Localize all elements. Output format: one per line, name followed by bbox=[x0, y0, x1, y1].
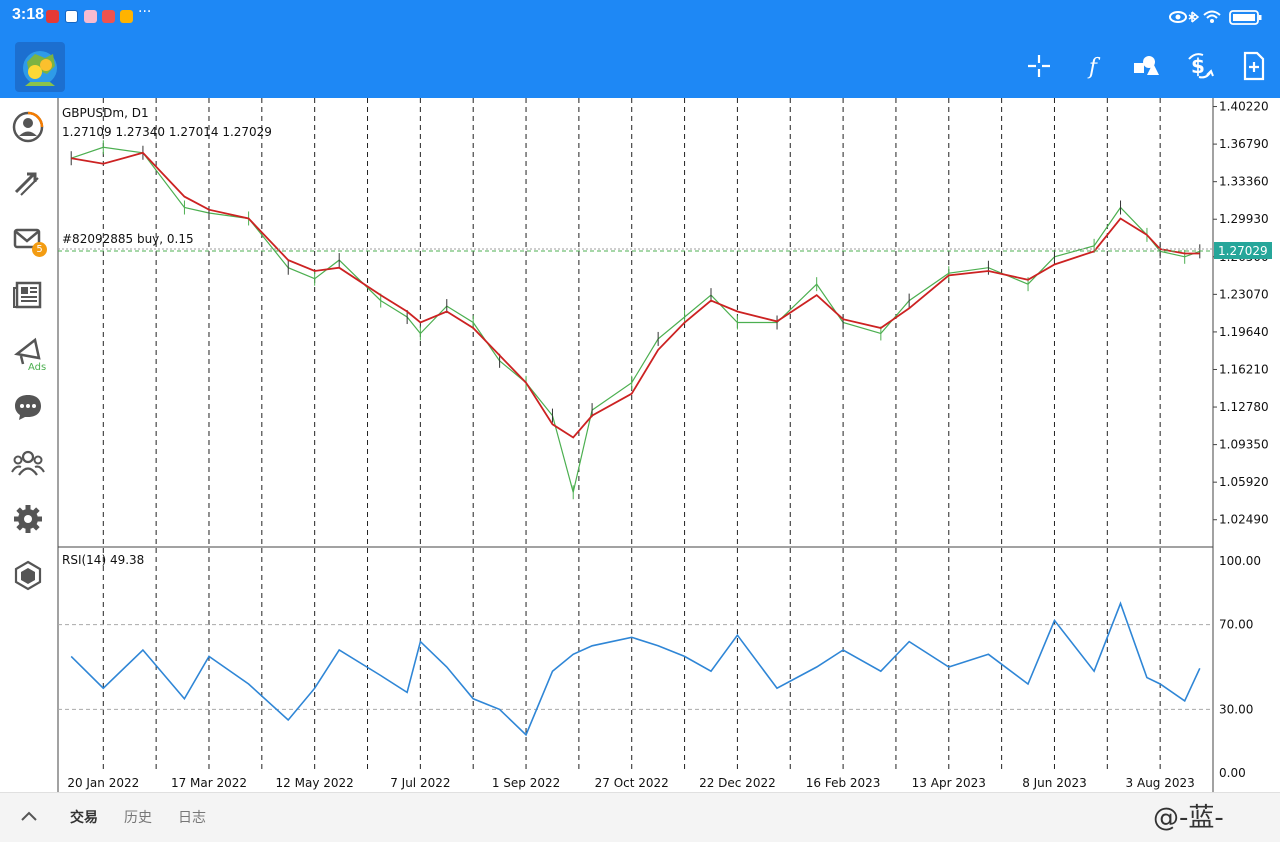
shapes-icon[interactable] bbox=[1129, 49, 1163, 83]
price-tick-label: 1.05920 bbox=[1219, 475, 1269, 489]
bluetooth-icon bbox=[1188, 11, 1200, 23]
notification-icon bbox=[84, 10, 97, 23]
date-tick-label: 7 Jul 2022 bbox=[390, 776, 450, 790]
rsi-tick-label: 30.00 bbox=[1219, 702, 1253, 716]
system-status-icons bbox=[1169, 10, 1262, 25]
notification-icon bbox=[65, 10, 78, 23]
new-document-icon[interactable] bbox=[1236, 49, 1270, 83]
rsi-tick-label: 70.00 bbox=[1219, 618, 1253, 632]
rsi-axis-ticks: 100.00 70.00 30.00 0.00 bbox=[1219, 554, 1261, 780]
date-axis-ticks: 20 Jan 2022 17 Mar 2022 12 May 2022 7 Jul 2… bbox=[67, 776, 1194, 790]
date-tick-label: 3 Aug 2023 bbox=[1126, 776, 1195, 790]
battery-icon bbox=[1229, 10, 1262, 25]
notification-icon bbox=[46, 10, 59, 23]
watermark-text: @-蓝- bbox=[1153, 803, 1224, 833]
current-price-label: 1.27029 bbox=[1218, 244, 1268, 258]
tab-history[interactable]: 历史 bbox=[124, 807, 152, 827]
date-tick-label: 17 Mar 2022 bbox=[171, 776, 247, 790]
price-tick-label: 1.29930 bbox=[1219, 212, 1269, 226]
status-time: 3:18 bbox=[12, 6, 45, 23]
ohlc-label: 1.27109 1.27340 1.27014 1.27029 bbox=[62, 125, 272, 139]
notification-icon bbox=[102, 10, 115, 23]
price-tick-label: 1.33360 bbox=[1219, 175, 1269, 189]
date-tick-label: 22 Dec 2022 bbox=[699, 776, 776, 790]
status-bar: 3:18 ··· bbox=[0, 0, 1280, 32]
rsi-label: RSI(14) 49.38 bbox=[62, 553, 144, 567]
notification-icon bbox=[120, 10, 133, 23]
date-tick-label: 27 Oct 2022 bbox=[595, 776, 669, 790]
eye-icon bbox=[1169, 11, 1187, 23]
price-chart[interactable]: #82092885 buy, 0.15 1.40220 1.36790 1.3336… bbox=[0, 98, 1280, 792]
price-tick-label: 1.02490 bbox=[1219, 513, 1269, 527]
date-tick-label: 12 May 2022 bbox=[276, 776, 354, 790]
symbol-label: GBPUSDm, D1 bbox=[62, 106, 149, 120]
price-tick-label: 1.16210 bbox=[1219, 362, 1269, 376]
wifi-icon bbox=[1203, 10, 1221, 23]
price-tick-label: 1.36790 bbox=[1219, 137, 1269, 151]
tab-trade[interactable]: 交易 bbox=[70, 807, 98, 827]
date-tick-label: 13 Apr 2023 bbox=[912, 776, 986, 790]
order-label[interactable]: #82092885 buy, 0.15 bbox=[62, 232, 194, 246]
svg-text:$: $ bbox=[1191, 54, 1205, 78]
price-tick-label: 1.09350 bbox=[1219, 438, 1269, 452]
dollar-sync-icon[interactable]: $ bbox=[1183, 49, 1217, 83]
chart-background bbox=[58, 98, 1213, 792]
bottom-bar: 交易 历史 日志 @-蓝- bbox=[0, 792, 1280, 842]
price-axis-ticks: 1.402201.367901.333601.299301.265001.230… bbox=[1213, 100, 1269, 527]
rsi-tick-label: 0.00 bbox=[1219, 766, 1246, 780]
price-tick-label: 1.12780 bbox=[1219, 400, 1269, 414]
metatrader-logo[interactable] bbox=[15, 42, 65, 92]
chevron-up-icon[interactable] bbox=[20, 809, 38, 823]
app-bar: f $ bbox=[0, 32, 1280, 98]
rsi-tick-label: 100.00 bbox=[1219, 554, 1261, 568]
more-notifications-icon: ··· bbox=[138, 4, 152, 20]
function-icon[interactable]: f bbox=[1076, 49, 1110, 83]
date-tick-label: 16 Feb 2023 bbox=[806, 776, 881, 790]
date-tick-label: 20 Jan 2022 bbox=[67, 776, 139, 790]
svg-text:f: f bbox=[1087, 55, 1101, 80]
crosshair-icon[interactable] bbox=[1022, 49, 1056, 83]
price-tick-label: 1.23070 bbox=[1219, 287, 1269, 301]
price-tick-label: 1.40220 bbox=[1219, 100, 1269, 114]
date-tick-label: 8 Jun 2023 bbox=[1022, 776, 1087, 790]
price-tick-label: 1.19640 bbox=[1219, 325, 1269, 339]
tab-journal[interactable]: 日志 bbox=[178, 807, 206, 827]
date-tick-label: 1 Sep 2022 bbox=[492, 776, 560, 790]
